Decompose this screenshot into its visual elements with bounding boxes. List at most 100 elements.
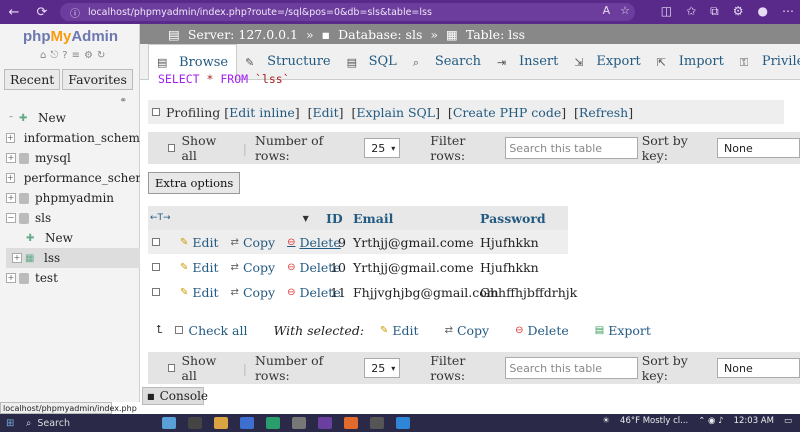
column-header-id[interactable]: ID [324,206,348,230]
edge-icon[interactable] [266,417,280,429]
widgets-icon[interactable] [162,417,176,429]
edit-row-button[interactable]: ✎ Edit [180,285,219,300]
cell-id[interactable]: 9 [324,235,346,250]
tree-item-test[interactable]: + test [6,268,140,288]
logo[interactable]: phpMyAdmin [23,28,118,45]
app-icon[interactable] [370,417,384,429]
edit-row-button[interactable]: ✎ Edit [180,235,219,250]
tab-favorites[interactable]: Favorites [62,69,133,90]
home-icon[interactable]: ⌂ [40,50,50,61]
explain-sql-link[interactable]: Explain SQL [356,105,435,120]
tab-sql[interactable]: ▤ SQL [339,44,405,80]
logout-icon[interactable]: ⎋ [50,50,62,61]
tree-item-sls[interactable]: − sls [6,208,140,228]
cell-id[interactable]: 10 [324,260,346,275]
more-icon[interactable]: ⋯ [782,4,794,19]
show-all-checkbox[interactable] [168,364,176,372]
row-checkbox[interactable] [152,263,160,271]
extra-options-button[interactable]: Extra options [148,172,241,194]
edit-link[interactable]: Edit [312,105,338,120]
cell-email[interactable]: Yrthjj@gmail.come [353,260,474,275]
file-explorer-icon[interactable] [214,417,228,429]
show-all-checkbox[interactable] [168,144,176,152]
column-arrows-icon[interactable]: ←T→ [150,213,171,223]
tab-import[interactable]: ⇱ Import [649,44,732,80]
column-header-email[interactable]: Email [348,206,475,230]
check-all-label[interactable]: Check all [189,323,248,338]
expand-icon[interactable]: + [6,273,16,283]
expand-icon[interactable]: + [6,153,16,163]
copy-row-button[interactable]: ⇄ Copy [231,235,276,250]
column-header-password[interactable]: Password [475,206,568,230]
read-aloud-icon[interactable]: A [603,4,611,17]
breadcrumb-server[interactable]: Server: 127.0.0.1 [188,27,298,42]
row-checkbox[interactable] [152,238,160,246]
sort-select[interactable]: None [717,138,800,158]
tree-item-sls-new[interactable]: ✚ New [6,228,140,248]
tab-search[interactable]: ⌕ Search [405,44,489,80]
bulk-export-button[interactable]: ▤ Export [595,323,651,338]
tab-recent[interactable]: Recent [4,69,61,90]
edit-row-button[interactable]: ✎ Edit [180,260,219,275]
sort-dropdown-icon[interactable]: ▼ [303,214,309,223]
collapse-icon[interactable]: − [6,213,16,223]
clock[interactable]: 12:03 AM [734,416,774,426]
filter-input[interactable]: Search this table [505,357,638,379]
expand-icon[interactable]: + [6,193,16,203]
check-all-checkbox[interactable] [174,326,183,334]
cell-email[interactable]: Fhjjvghjbg@gmail.com [353,285,499,300]
windows-icon[interactable]: ⊞ [6,418,14,429]
reload-icon[interactable]: ↻ [97,50,109,61]
tray-icons[interactable]: ⌃ ◉ ♪ [698,416,723,426]
tree-item-lss[interactable]: + ▦ lss [6,248,140,268]
help-icon[interactable]: ? [62,50,71,61]
vscode-icon[interactable] [396,417,410,429]
expand-icon[interactable]: + [6,173,15,183]
store-icon[interactable] [292,417,306,429]
back-icon[interactable]: ← [0,5,28,20]
tree-item-performance-schema[interactable]: + performance_schema [6,168,140,188]
bulk-delete-button[interactable]: ⊖ Delete [515,323,569,338]
cell-id[interactable]: 11 [324,285,346,300]
mail-icon[interactable] [240,417,254,429]
taskbar-search[interactable]: ⌕ Search [26,418,156,429]
profiling-checkbox[interactable] [152,108,160,116]
refresh-icon[interactable]: ⟳ [28,5,56,20]
tab-export[interactable]: ⇲ Export [566,44,648,80]
rows-select[interactable]: 25 ▾ [364,358,401,378]
address-bar[interactable]: ⓘ localhost/phpmyadmin/index.php?route=/… [60,3,635,21]
link-icon[interactable]: ⚭ [119,96,127,106]
tab-insert[interactable]: ⇥ Insert [489,44,566,80]
favorite-icon[interactable]: ☆ [620,4,630,17]
profile-icon[interactable]: ● [758,4,768,19]
split-icon[interactable]: ◫ [661,4,672,19]
cell-password[interactable]: Hjufhkkn [480,235,539,250]
row-checkbox[interactable] [152,288,160,296]
task-view-icon[interactable] [188,417,202,429]
cell-password[interactable]: Hjufhkkn [480,260,539,275]
notification-icon[interactable]: ▭ [784,416,792,426]
copy-row-button[interactable]: ⇄ Copy [231,285,276,300]
expand-icon[interactable]: + [12,253,22,263]
edit-inline-link[interactable]: Edit inline [229,105,295,120]
browser-icon[interactable] [318,417,332,429]
copy-row-button[interactable]: ⇄ Copy [231,260,276,275]
expand-icon[interactable]: + [6,133,15,143]
tree-item-phpmyadmin[interactable]: + phpmyadmin [6,188,140,208]
cell-password[interactable]: Ghhffhjbffdrhjk [480,285,577,300]
weather-text[interactable]: 46°F Mostly cl... [620,416,688,426]
console-toggle[interactable]: ■ Console [142,387,208,405]
favorites-icon[interactable]: ✩ [686,4,696,19]
breadcrumb-database[interactable]: Database: sls [338,27,422,42]
docs-icon[interactable]: ≡ [72,50,84,61]
settings-icon[interactable]: ⚙ [84,50,97,61]
tree-item-new[interactable]: – ✚ New [6,108,140,128]
tab-privileges[interactable]: ⚿ Privileges [732,44,800,80]
rows-select[interactable]: 25 ▾ [364,138,401,158]
sort-select[interactable]: None [717,358,800,378]
collections-icon[interactable]: ⧉ [710,4,719,19]
create-php-code-link[interactable]: Create PHP code [453,105,561,120]
tree-item-information-schema[interactable]: + information_schema [6,128,140,148]
filter-input[interactable]: Search this table [505,137,638,159]
extensions-icon[interactable]: ⚙ [733,4,744,19]
